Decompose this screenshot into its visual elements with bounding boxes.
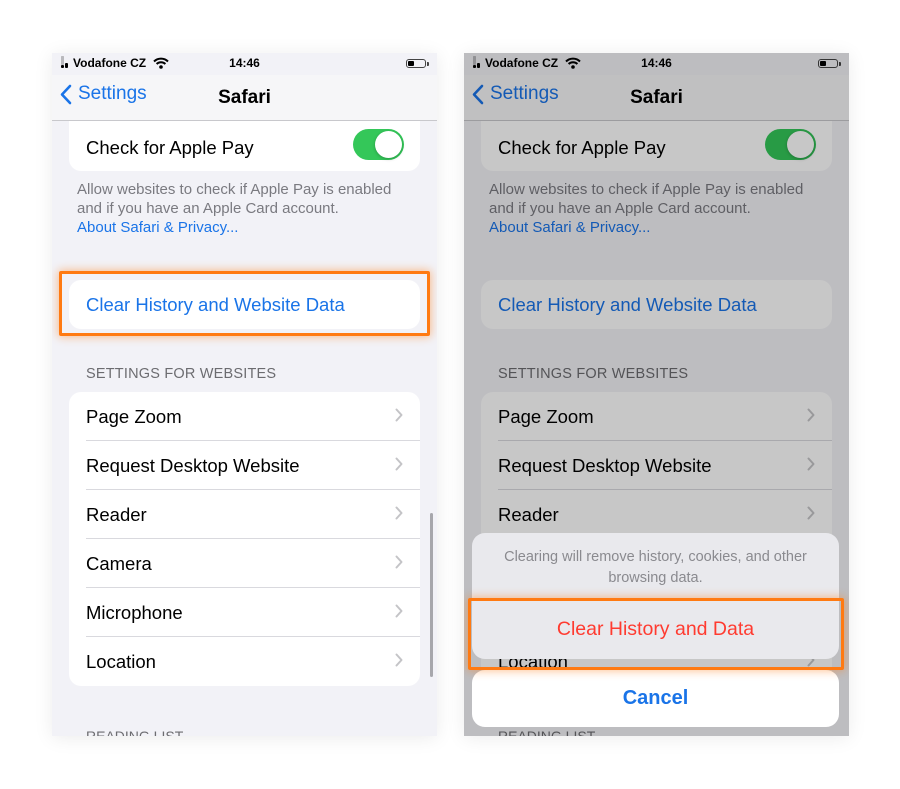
list-item-label: Location <box>86 651 156 672</box>
highlight-frame <box>468 598 844 670</box>
cancel-button-label: Cancel <box>622 687 689 709</box>
highlight-frame <box>59 271 430 336</box>
list-item-label: Microphone <box>86 602 183 623</box>
list-item-camera[interactable]: Camera <box>69 539 420 588</box>
list-item-label: Page Zoom <box>86 406 182 427</box>
list-item-label: Request Desktop Website <box>86 455 300 476</box>
chevron-right-icon <box>395 506 403 520</box>
cancel-button[interactable]: Cancel <box>472 670 839 727</box>
phone-screen-after: Vodafone CZ 14:46 Settings Safari Check … <box>464 53 849 736</box>
list-item-request-desktop-website[interactable]: Request Desktop Website <box>69 441 420 490</box>
about-safari-privacy-link[interactable]: About Safari & Privacy... <box>77 218 422 237</box>
chevron-right-icon <box>395 604 403 618</box>
list-item-label: Reader <box>86 504 147 525</box>
status-bar: Vodafone CZ 14:46 <box>52 53 437 75</box>
footnote-line: Allow websites to check if Apple Pay is … <box>77 181 392 198</box>
list-item-location[interactable]: Location <box>69 637 420 686</box>
chevron-right-icon <box>395 457 403 471</box>
page-title: Safari <box>218 87 271 108</box>
footnote-line: and if you have an Apple Card account. <box>77 200 339 217</box>
apple-pay-toggle[interactable] <box>353 129 404 160</box>
chevron-right-icon <box>395 555 403 569</box>
action-sheet-message: Clearing will remove history, cookies, a… <box>472 547 839 589</box>
chevron-right-icon <box>395 653 403 667</box>
settings-for-websites-header: SETTINGS FOR WEBSITES <box>86 366 277 382</box>
websites-settings-list: Page Zoom Request Desktop Website Reader… <box>69 392 420 686</box>
phone-screen-before: Vodafone CZ 14:46 Settings Safari Check … <box>52 53 437 736</box>
navigation-bar: Settings Safari <box>52 75 437 121</box>
toggle-knob <box>375 131 402 158</box>
list-item-reader[interactable]: Reader <box>69 490 420 539</box>
list-item-microphone[interactable]: Microphone <box>69 588 420 637</box>
battery-icon <box>406 59 429 68</box>
chevron-right-icon <box>395 408 403 422</box>
apple-pay-label: Check for Apple Pay <box>86 137 254 158</box>
apple-pay-card: Check for Apple Pay <box>69 121 420 171</box>
action-sheet-message-line: browsing data. <box>608 570 703 586</box>
list-item-page-zoom[interactable]: Page Zoom <box>69 392 420 441</box>
action-sheet-message-line: Clearing will remove history, cookies, a… <box>504 549 807 565</box>
apple-pay-row: Check for Apple Pay <box>69 121 420 170</box>
list-item-label: Camera <box>86 553 152 574</box>
reading-list-header: READING LIST <box>86 728 184 736</box>
scroll-indicator[interactable] <box>430 513 433 677</box>
clock: 14:46 <box>229 56 260 70</box>
apple-pay-footnote: Allow websites to check if Apple Pay is … <box>77 180 422 237</box>
